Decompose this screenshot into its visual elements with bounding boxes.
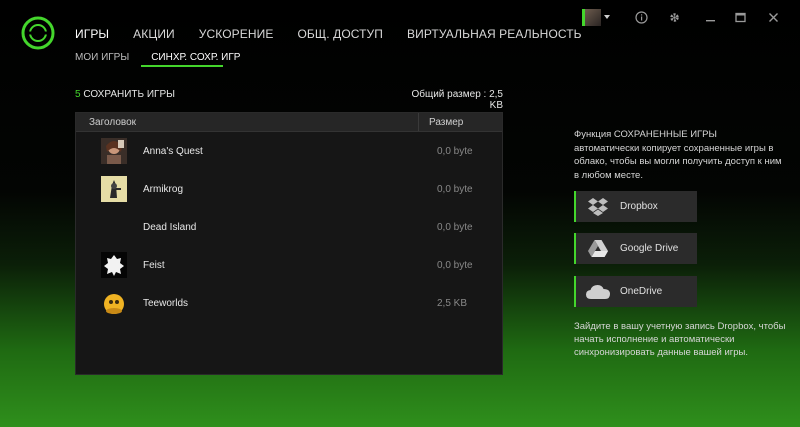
game-name: Teeworlds	[143, 297, 189, 309]
dropbox-hint: Зайдите в вашу учетную запись Dropbox, ч…	[574, 321, 786, 358]
game-name: Anna's Quest	[143, 145, 203, 157]
sub-nav: МОИ ИГРЫ СИНХР. СОХР. ИГР	[75, 52, 262, 63]
game-name: Dead Island	[143, 221, 197, 233]
table-header: Заголовок Размер	[76, 113, 502, 132]
tab-sharing[interactable]: ОБЩ. ДОСТУП	[297, 27, 383, 41]
game-size: 2,5 KB	[437, 297, 468, 309]
google-drive-icon	[576, 239, 620, 259]
table-row[interactable]: Anna's Quest 0,0 byte	[76, 132, 502, 170]
tab-vr[interactable]: ВИРТУАЛЬНАЯ РЕАЛЬНОСТЬ	[407, 27, 582, 41]
total-size: Общий размер : 2,5 KB	[411, 89, 503, 111]
tab-boost[interactable]: УСКОРЕНИЕ	[199, 27, 274, 41]
game-size: 0,0 byte	[437, 183, 473, 195]
saved-games-count: 5	[75, 89, 81, 100]
section-title: 5 СОХРАНИТЬ ИГРЫ	[75, 89, 175, 100]
saved-games-table: Заголовок Размер Anna's Quest 0,0 byte A…	[75, 112, 503, 375]
close-icon[interactable]	[766, 7, 780, 27]
tab-games[interactable]: ИГРЫ	[75, 27, 109, 41]
active-subtab-indicator	[141, 65, 223, 67]
table-row[interactable]: Armikrog 0,0 byte	[76, 170, 502, 208]
game-size: 0,0 byte	[437, 221, 473, 233]
dropbox-button[interactable]: Dropbox	[574, 191, 697, 222]
game-size: 0,0 byte	[437, 145, 473, 157]
google-drive-label: Google Drive	[620, 243, 679, 254]
table-row[interactable]: Dead Island 0,0 byte	[76, 208, 502, 246]
game-name: Feist	[143, 259, 165, 271]
game-thumbnail	[100, 176, 127, 203]
subtab-my-games[interactable]: МОИ ИГРЫ	[75, 52, 129, 63]
gear-icon[interactable]	[666, 7, 682, 27]
column-header-size[interactable]: Размер	[419, 117, 463, 128]
section-title-label: СОХРАНИТЬ ИГРЫ	[83, 89, 175, 100]
onedrive-label: OneDrive	[620, 286, 663, 297]
chevron-down-icon[interactable]	[604, 15, 610, 19]
user-avatar[interactable]	[578, 7, 604, 27]
onedrive-button[interactable]: OneDrive	[574, 276, 697, 307]
info-icon[interactable]	[633, 7, 649, 27]
game-thumbnail	[100, 214, 127, 241]
onedrive-icon	[576, 283, 620, 301]
google-drive-button[interactable]: Google Drive	[574, 233, 697, 264]
minimize-icon[interactable]	[702, 7, 718, 27]
column-header-title[interactable]: Заголовок	[76, 113, 419, 131]
game-name: Armikrog	[143, 183, 184, 195]
game-thumbnail	[100, 252, 127, 279]
subtab-save-sync[interactable]: СИНХР. СОХР. ИГР	[151, 52, 240, 63]
dropbox-icon	[576, 197, 620, 217]
game-size: 0,0 byte	[437, 259, 473, 271]
feature-description: Функция СОХРАНЕННЫЕ ИГРЫ автоматически к…	[574, 129, 782, 181]
main-nav: ИГРЫ АКЦИИ УСКОРЕНИЕ ОБЩ. ДОСТУП ВИРТУАЛ…	[75, 27, 606, 41]
dropbox-label: Dropbox	[620, 201, 658, 212]
maximize-icon[interactable]	[733, 7, 747, 27]
game-thumbnail	[100, 138, 127, 165]
table-row[interactable]: Feist 0,0 byte	[76, 246, 502, 284]
table-row[interactable]: Teeworlds 2,5 KB	[76, 284, 502, 322]
razer-logo	[20, 15, 56, 51]
game-thumbnail	[100, 290, 127, 317]
tab-deals[interactable]: АКЦИИ	[133, 27, 175, 41]
